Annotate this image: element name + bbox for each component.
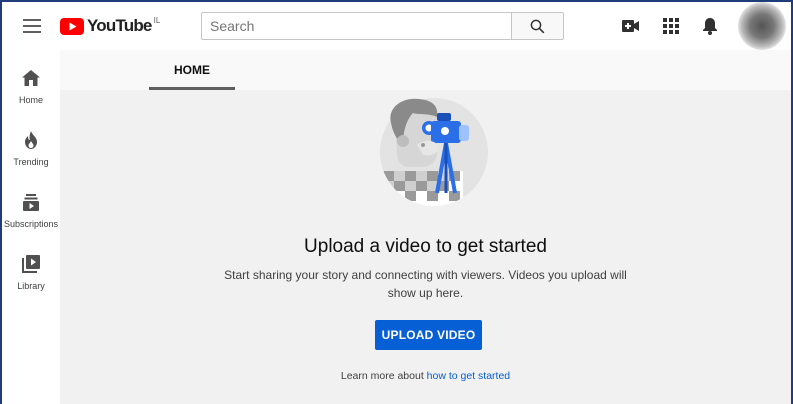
avatar[interactable]: [738, 2, 786, 50]
search-input[interactable]: [201, 12, 512, 40]
sidebar-item-label: Subscriptions: [3, 219, 59, 229]
flame-icon: [19, 128, 43, 152]
empty-state-headline: Upload a video to get started: [304, 236, 547, 257]
library-icon: [19, 252, 43, 276]
sidebar-item-subscriptions[interactable]: Subscriptions: [2, 174, 60, 236]
search-icon: [530, 19, 545, 33]
logo-wordmark: YouTube: [87, 16, 152, 35]
sidebar-item-home[interactable]: Home: [2, 50, 60, 112]
learn-more-prefix: Learn more about: [340, 370, 427, 382]
logo-country-code: IL: [153, 15, 161, 25]
sidebar-item-label: Home: [18, 95, 43, 105]
main-content: HOME Upload a video to get started Start…: [60, 50, 791, 404]
sidebar-item-trending[interactable]: Trending: [2, 112, 60, 174]
upload-video-button[interactable]: UPLOAD VIDEO: [375, 320, 482, 350]
sidebar-item-library[interactable]: Library: [2, 236, 60, 298]
filmmaker-illustration: [380, 98, 488, 206]
top-bar: YouTube IL: [2, 2, 791, 50]
sidebar: Home Trending Subscriptions Library: [2, 50, 60, 404]
subscriptions-icon: [19, 190, 43, 214]
youtube-window: YouTube IL Search Home Trending Subscrip…: [2, 2, 791, 404]
tab-home[interactable]: HOME: [149, 50, 235, 90]
apps-grid-icon[interactable]: [659, 14, 683, 38]
channel-tabs: HOME: [60, 50, 791, 90]
home-icon: [19, 66, 43, 90]
sidebar-item-label: Trending: [13, 157, 49, 167]
hamburger-menu-icon[interactable]: [20, 14, 44, 38]
learn-more-line: Learn more about how to get started: [60, 370, 791, 382]
youtube-play-logo-icon: [60, 17, 84, 35]
search-button[interactable]: [511, 12, 564, 40]
video-camera-plus-icon[interactable]: [619, 14, 643, 38]
how-to-get-started-link[interactable]: how to get started: [427, 370, 510, 382]
sidebar-item-label: Library: [17, 281, 45, 291]
empty-state-description: Start sharing your story and connecting …: [224, 268, 627, 300]
bell-icon[interactable]: [698, 14, 722, 38]
youtube-logo[interactable]: YouTube IL: [60, 16, 160, 36]
